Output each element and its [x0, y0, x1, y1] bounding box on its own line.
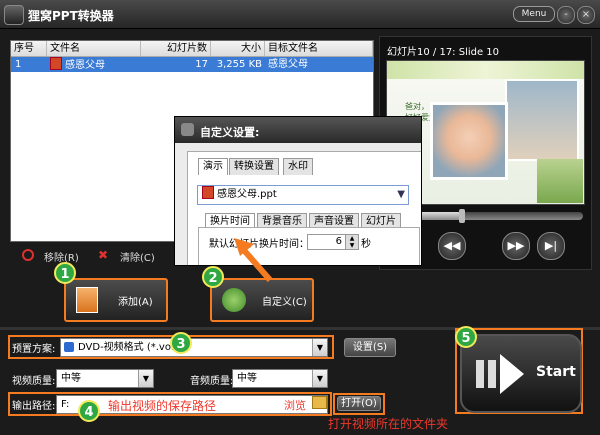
interval-spinner[interactable]: 6 ▲ ▼ — [307, 234, 359, 250]
ppt-file-icon — [202, 186, 214, 199]
col-size[interactable]: 大小 — [211, 41, 265, 56]
col-target[interactable]: 目标文件名 — [265, 41, 373, 56]
video-quality-select[interactable]: 中等 ▼ — [56, 369, 154, 388]
annotation-badge-1: 1 — [54, 262, 76, 284]
tab-convert-settings[interactable]: 转换设置 — [229, 158, 279, 175]
video-quality-label: 视频质量: — [12, 376, 56, 387]
dialog-app-icon — [181, 123, 194, 136]
add-file-icon — [76, 287, 98, 313]
dialog-title: 自定义设置: — [200, 126, 260, 139]
table-header: 序号 文件名 幻灯片数 大小 目标文件名 — [11, 41, 373, 57]
interval-value: 6 — [335, 236, 342, 247]
audio-quality-select[interactable]: 中等 ▼ — [232, 369, 328, 388]
browse-label[interactable]: 浏览 — [284, 397, 306, 413]
chevron-down-icon: ▼ — [397, 189, 405, 200]
gear-icon — [222, 288, 246, 312]
fast-forward-icon: ▶▶ — [507, 239, 525, 252]
start-button[interactable]: Start — [460, 334, 582, 413]
next-slide-button[interactable]: ▶▶ — [502, 232, 530, 260]
remove-icon[interactable] — [22, 249, 34, 261]
dvd-icon — [64, 342, 74, 352]
audio-quality-label: 音频质量: — [190, 376, 234, 387]
row-size: 3,255 KB — [216, 59, 262, 70]
customize-button-label: 自定义(C) — [262, 297, 307, 308]
last-slide-button[interactable]: ▶| — [537, 232, 565, 260]
minimize-button[interactable]: - — [557, 6, 575, 24]
spinner-arrows-icon[interactable]: ▲ ▼ — [345, 235, 358, 249]
settings-button[interactable]: 设置(S) — [344, 338, 396, 357]
menu-button[interactable]: Menu — [513, 6, 555, 22]
play-arrow-icon — [476, 354, 524, 394]
app-title: 狸窝PPT转换器 — [28, 9, 114, 23]
annotation-badge-4: 4 — [78, 400, 100, 422]
prev-slide-button[interactable]: ◀◀ — [438, 232, 466, 260]
preset-value: DVD-视频格式 (*.vob) — [78, 342, 182, 353]
tab-watermark[interactable]: 水印 — [283, 158, 313, 175]
minimize-icon: - — [564, 9, 568, 20]
slide-label: 幻灯片10 / 17: Slide 10 — [387, 47, 500, 58]
annotation-badge-5: 5 — [455, 326, 477, 348]
add-button[interactable]: 添加(A) — [64, 278, 168, 322]
output-hint: 输出视频的保存路径 — [108, 399, 217, 413]
clear-button[interactable]: 清除(C) — [120, 249, 155, 264]
row-filename-cell: 感恩父母 — [50, 57, 140, 72]
customize-button[interactable]: 自定义(C) — [210, 278, 314, 322]
preset-label: 预置方案: — [12, 344, 56, 355]
annotation-badge-3: 3 — [170, 332, 192, 354]
row-target: 感恩父母 — [268, 59, 308, 70]
col-slides[interactable]: 幻灯片数 — [141, 41, 211, 56]
clear-icon[interactable]: ✖ — [98, 249, 110, 261]
col-filename[interactable]: 文件名 — [47, 41, 141, 56]
rewind-icon: ◀◀ — [443, 239, 461, 252]
tab-demo[interactable]: 演示 — [198, 158, 228, 175]
add-button-label: 添加(A) — [118, 297, 153, 308]
photo-baby — [430, 102, 508, 180]
custom-settings-dialog: 自定义设置: 演示 转换设置 水印 感恩父母.ppt ▼ 换片时间 背景音乐 声… — [174, 116, 422, 266]
row-filename: 感恩父母 — [65, 60, 105, 71]
output-label: 输出路径: — [12, 401, 56, 412]
interval-unit: 秒 — [361, 239, 371, 250]
chevron-down-icon: ▼ — [138, 370, 153, 387]
app-logo-icon — [4, 5, 24, 25]
annotation-badge-2: 2 — [202, 266, 224, 288]
output-path-value: F: — [61, 399, 70, 410]
skip-end-icon: ▶| — [544, 239, 558, 252]
video-quality-value: 中等 — [61, 373, 81, 384]
col-index[interactable]: 序号 — [11, 41, 47, 56]
grass-decoration — [537, 159, 583, 203]
table-row[interactable]: 1 感恩父母 17 3,255 KB 感恩父母 — [11, 57, 373, 72]
folder-icon[interactable] — [312, 396, 327, 409]
chevron-down-icon: ▼ — [312, 370, 327, 387]
menu-button-label: Menu — [521, 9, 547, 19]
pointer-arrow-icon — [234, 238, 273, 282]
chevron-down-icon: ▼ — [312, 339, 327, 356]
audio-quality-value: 中等 — [237, 373, 257, 384]
ppt-file-select[interactable]: 感恩父母.ppt ▼ — [197, 185, 409, 205]
open-hint: 打开视频所在的文件夹 — [328, 417, 449, 431]
seek-thumb[interactable] — [459, 209, 466, 223]
start-label: Start — [536, 364, 576, 380]
slide-decoration — [387, 61, 584, 79]
close-icon: × — [581, 9, 591, 20]
ppt-file-icon — [50, 57, 62, 70]
ppt-file-value: 感恩父母.ppt — [217, 189, 277, 200]
row-index: 1 — [15, 59, 22, 70]
close-button[interactable]: × — [577, 6, 595, 24]
row-slides: 17 — [195, 59, 208, 70]
photo-parents — [505, 79, 579, 161]
open-button[interactable]: 打开(O) — [337, 396, 381, 411]
preset-select[interactable]: DVD-视频格式 (*.vob) ▼ — [60, 338, 328, 357]
dialog-title-bar: 自定义设置: — [175, 117, 421, 143]
